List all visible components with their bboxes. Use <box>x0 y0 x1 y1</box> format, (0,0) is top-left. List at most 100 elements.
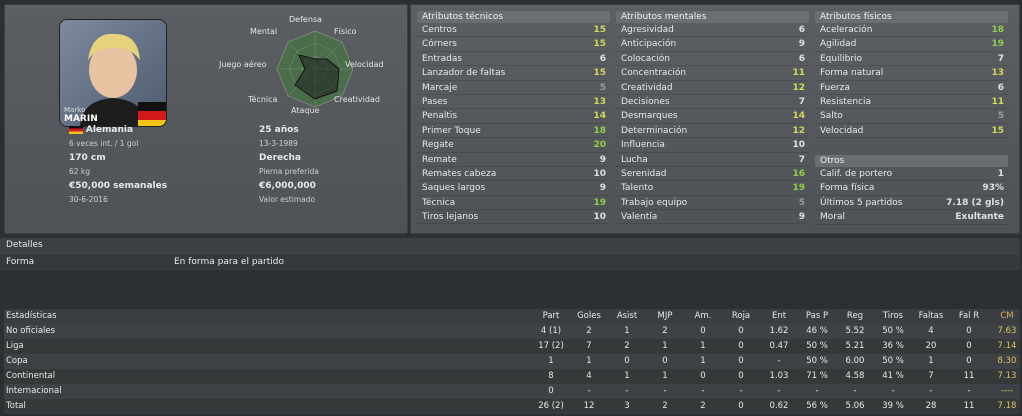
mental-attribute-row[interactable]: Determinación 12 <box>616 124 809 139</box>
other-attribute-name: Forma física <box>820 183 875 194</box>
mental-attribute-row[interactable]: Concentración 11 <box>616 66 809 81</box>
stats-row-label: Internacional <box>6 386 62 396</box>
stats-column-header[interactable]: Am. <box>684 309 722 324</box>
physical-attribute-row[interactable]: Velocidad 15 <box>815 124 1008 139</box>
mental-attribute-value: 9 <box>798 39 805 50</box>
stats-column-header[interactable]: Part <box>532 309 570 324</box>
mental-attribute-value: 16 <box>792 168 805 179</box>
stats-row[interactable]: Copa 1 1 0 0 1 0 - 50 % 6.00 50 % 1 0 8.30 <box>4 354 1020 369</box>
stats-cell: 46 % <box>806 326 828 336</box>
stats-cell: 39 % <box>882 401 904 411</box>
details-value: En forma para el partido <box>174 257 284 267</box>
stats-row[interactable]: Internacional 0- - - - - - - - - - - ---- <box>4 384 1020 399</box>
physical-attribute-row[interactable]: Agilidad 19 <box>815 37 1008 52</box>
mental-attribute-row[interactable]: Agresividad 6 <box>616 23 809 38</box>
player-profile-panel: Marko MARIN Defensa Físico Velocidad Cre… <box>4 4 408 234</box>
stats-column-header[interactable]: Asist <box>608 309 646 324</box>
technical-attribute-row[interactable]: Córners 15 <box>417 37 610 52</box>
mental-attribute-row[interactable]: Colocación 6 <box>616 52 809 67</box>
stats-cell: 1 <box>548 356 554 366</box>
stats-cell: 50 % <box>806 341 828 351</box>
other-attribute-row[interactable]: Calif. de portero 1 <box>815 167 1008 182</box>
other-attribute-row[interactable]: Forma física 93% <box>815 181 1008 196</box>
radar-label-defensa: Defensa <box>289 15 322 24</box>
mental-attribute-row[interactable]: Creatividad 12 <box>616 81 809 95</box>
nationality: Alemania <box>85 125 134 135</box>
stats-cell: 7.14 <box>997 341 1017 351</box>
technical-attribute-row[interactable]: Entradas 6 <box>417 52 610 67</box>
physical-attribute-row[interactable]: Resistencia 11 <box>815 95 1008 110</box>
technical-attribute-row[interactable]: Remate 9 <box>417 153 610 167</box>
details-header: Detalles <box>6 240 43 250</box>
stats-cell: - <box>625 386 629 396</box>
stats-cell: - <box>777 356 781 366</box>
technical-attribute-row[interactable]: Técnica 19 <box>417 196 610 211</box>
physical-attribute-row[interactable]: Aceleración 18 <box>815 23 1008 38</box>
stats-cell: 56 % <box>806 401 828 411</box>
stats-column-header[interactable]: Faltas <box>912 309 950 324</box>
other-attribute-value: 93% <box>982 183 1004 194</box>
radar-label-ataque: Ataque <box>291 106 320 115</box>
stats-column-header[interactable]: Tiros <box>874 309 912 324</box>
birth-date: 13-3-1989 <box>259 139 298 148</box>
mental-attribute-row[interactable]: Anticipación 9 <box>616 37 809 52</box>
technical-attribute-value: 20 <box>593 140 606 151</box>
stats-row[interactable]: Continental 8 4 1 1 0 0 1.03 71 % 4.58 41 % 7 11 7.13 <box>4 369 1020 384</box>
technical-attribute-row[interactable]: Remates cabeza 10 <box>417 167 610 182</box>
physical-attribute-row[interactable]: Salto 5 <box>815 109 1008 124</box>
stats-column-header[interactable]: Pas P <box>798 309 836 324</box>
stats-cell: 11 <box>963 371 975 381</box>
technical-attribute-row[interactable]: Pases 13 <box>417 95 610 110</box>
technical-attribute-row[interactable]: Saques largos 9 <box>417 181 610 196</box>
stats-cell: 5.52 <box>845 326 865 336</box>
stats-row-label: No oficiales <box>6 326 56 336</box>
physical-attribute-row[interactable]: Fuerza 6 <box>815 81 1008 95</box>
mental-attribute-row[interactable]: Desmarques 14 <box>616 109 809 124</box>
stats-row[interactable]: Liga 17 (2) 7 2 1 1 0 0.47 50 % 5.21 36 % 20 0 7.14 <box>4 339 1020 354</box>
physical-attribute-row[interactable]: Forma natural 13 <box>815 66 1008 81</box>
technical-attribute-row[interactable]: Penaltis 14 <box>417 109 610 124</box>
player-last-name: MARIN <box>64 114 98 124</box>
mental-attribute-row[interactable]: Lucha 7 <box>616 153 809 167</box>
physical-attribute-value: 5 <box>997 111 1004 122</box>
technical-attribute-name: Saques largos <box>422 183 486 194</box>
stats-row[interactable]: No oficiales 4 (1) 2 1 2 0 0 1.62 46 % 5.52 50 % 4 0… <box>4 324 1020 339</box>
technical-attribute-row[interactable]: Centros 15 <box>417 23 610 38</box>
physical-attribute-name: Salto <box>820 111 843 122</box>
stats-cell: 3 <box>624 401 630 411</box>
mental-attribute-row[interactable]: Valentía 9 <box>616 210 809 225</box>
technical-attribute-value: 15 <box>593 39 606 50</box>
stats-cell: 4 (1) <box>540 326 562 336</box>
other-attribute-value: 1 <box>997 169 1004 179</box>
stats-column-header[interactable]: Reg <box>836 309 874 324</box>
statistics-header-row: Estadísticas Part Goles Asist MJP Am. Roja Ent… <box>4 309 1020 324</box>
technical-attribute-name: Córners <box>422 39 457 50</box>
stats-column-header[interactable]: Goles <box>570 309 608 324</box>
stats-column-header[interactable]: Ent <box>760 309 798 324</box>
stats-column-header[interactable]: Fal R <box>950 309 988 324</box>
mental-attribute-row[interactable]: Decisiones 7 <box>616 95 809 110</box>
mental-attribute-row[interactable]: Trabajo equipo 5 <box>616 196 809 211</box>
mental-attribute-row[interactable]: Talento 19 <box>616 181 809 196</box>
stats-column-header[interactable]: CM <box>988 309 1022 324</box>
technical-attribute-value: 6 <box>599 53 606 64</box>
technical-attribute-row[interactable]: Primer Toque 18 <box>417 124 610 139</box>
stats-column-header[interactable]: Roja <box>722 309 760 324</box>
mental-attribute-row[interactable]: Influencia 10 <box>616 138 809 153</box>
other-attributes-header: Otros <box>815 155 1008 167</box>
technical-attribute-name: Remate <box>422 154 457 165</box>
other-attribute-name: Últimos 5 partidos <box>820 197 903 208</box>
other-attribute-row[interactable]: Moral Exultante <box>815 210 1008 225</box>
mental-attribute-row[interactable]: Serenidad 16 <box>616 167 809 182</box>
technical-attribute-row[interactable]: Lanzador de faltas 15 <box>417 66 610 81</box>
stats-column-header[interactable]: MJP <box>646 309 684 324</box>
stats-cell: 36 % <box>882 341 904 351</box>
technical-attribute-row[interactable]: Regate 20 <box>417 138 610 153</box>
technical-attribute-name: Pases <box>422 96 448 107</box>
physical-attribute-row[interactable]: Equilibrio 7 <box>815 52 1008 67</box>
technical-attribute-row[interactable]: Tiros lejanos 10 <box>417 210 610 225</box>
stats-row[interactable]: Total 26 (2) 12 3 2 2 0 0.62 56 % 5.06 39 % 28 11 7.1… <box>4 399 1020 414</box>
technical-attribute-row[interactable]: Marcaje 5 <box>417 81 610 95</box>
mental-attribute-value: 10 <box>792 140 805 151</box>
other-attribute-row[interactable]: Últimos 5 partidos 7.18 (2 gls) <box>815 196 1008 211</box>
